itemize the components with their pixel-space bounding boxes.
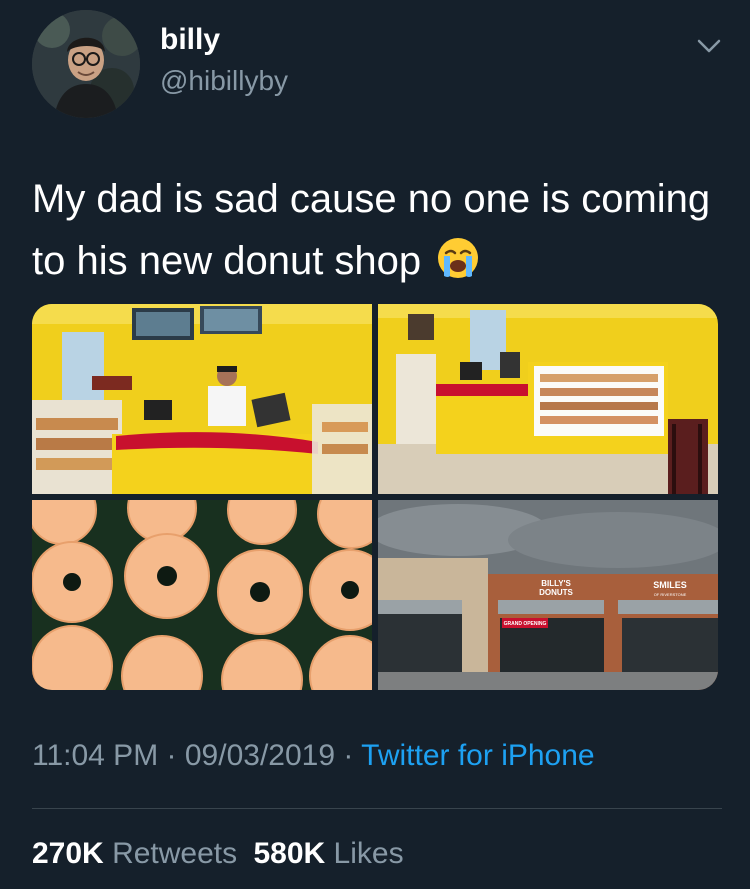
tweet-text: My dad is sad cause no one is coming to … bbox=[32, 168, 722, 292]
sign-neighbor-name: SMILES bbox=[653, 580, 687, 590]
likes-label: Likes bbox=[333, 837, 404, 870]
tweet-source-link[interactable]: Twitter for iPhone bbox=[361, 739, 594, 772]
retweets-label: Retweets bbox=[112, 837, 238, 870]
meta-separator: · bbox=[343, 739, 354, 772]
retweets-stat[interactable]: 270K Retweets bbox=[32, 837, 245, 870]
meta-separator: · bbox=[166, 739, 177, 772]
sign-neighbor-sub: OF RIVERSTONE bbox=[654, 592, 687, 597]
tweet-card: billy @hibillyby My dad is sad cause no … bbox=[0, 0, 750, 889]
tweet-time[interactable]: 11:04 PM bbox=[32, 739, 158, 772]
retweets-count: 270K bbox=[32, 837, 104, 870]
photo-display-case[interactable] bbox=[378, 304, 718, 494]
photo-storefront[interactable]: BILLY'S DONUTS SMILES OF RIVERSTONE GRAN… bbox=[378, 500, 718, 690]
avatar[interactable] bbox=[32, 10, 140, 118]
engagement-stats: 270K Retweets 580K Likes bbox=[32, 834, 412, 874]
photo-glazed-donuts[interactable] bbox=[32, 500, 372, 690]
sign-shop-sub: DONUTS bbox=[539, 588, 573, 597]
tweet-date[interactable]: 09/03/2019 bbox=[185, 739, 335, 772]
display-name[interactable]: billy bbox=[160, 22, 220, 58]
grand-opening-banner: GRAND OPENING bbox=[504, 621, 547, 627]
likes-count: 580K bbox=[253, 837, 326, 870]
tweet-meta: 11:04 PM · 09/03/2019 · Twitter for iPho… bbox=[32, 736, 595, 776]
tweet-body: My dad is sad cause no one is coming to … bbox=[32, 177, 711, 283]
divider bbox=[32, 808, 722, 809]
photo-counter-with-dad[interactable] bbox=[32, 304, 372, 494]
sign-shop-name: BILLY'S bbox=[541, 579, 571, 588]
user-handle[interactable]: @hibillyby bbox=[160, 64, 288, 98]
chevron-down-icon[interactable] bbox=[692, 32, 726, 60]
loudly-crying-face-emoji bbox=[436, 236, 480, 280]
media-grid: BILLY'S DONUTS SMILES OF RIVERSTONE GRAN… bbox=[32, 304, 718, 690]
likes-stat[interactable]: 580K Likes bbox=[253, 837, 403, 870]
